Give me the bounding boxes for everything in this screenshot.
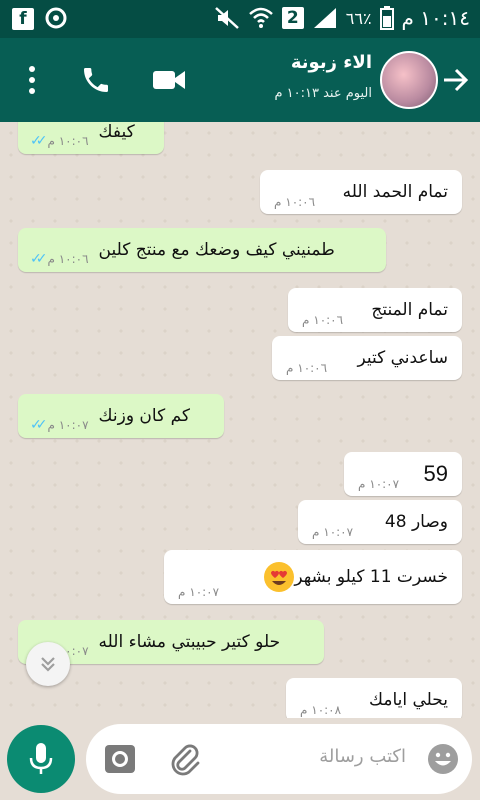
heart-eyes-emoji-icon xyxy=(264,562,295,592)
read-ticks-icon: ✓✓ xyxy=(30,417,48,433)
messenger-icon xyxy=(45,7,67,29)
message-time: ١٠:٠٦ م xyxy=(47,252,89,266)
clock: ١٠:١٤ م xyxy=(401,6,470,30)
message-incoming[interactable]: ١٠:٠٧ م 59 xyxy=(344,452,462,496)
message-outgoing[interactable]: ✓✓ ١٠:٠٧ م كم كان وزنك xyxy=(18,394,224,438)
message-time: ١٠:٠٨ م xyxy=(300,703,342,717)
chat-header: الاء زبونة اليوم عند ١٠:١٣ م xyxy=(0,38,480,122)
avatar[interactable] xyxy=(380,51,438,109)
composer-bar: اكتب رسالة xyxy=(0,718,480,800)
message-incoming[interactable]: ١٠:٠٨ م يحلي ايامك xyxy=(286,678,462,718)
message-incoming[interactable]: ١٠:٠٧ م وصار 48 xyxy=(298,500,462,544)
camera-icon[interactable] xyxy=(104,744,136,774)
sim-badge: 2 xyxy=(281,7,304,29)
message-text: حلو كتير حبيبتي مشاء الله xyxy=(98,632,281,652)
message-time: ١٠:٠٧ م xyxy=(178,585,220,599)
status-bar: f 2 ٦٦٪ ١٠:١٤ م xyxy=(0,0,480,38)
message-text: وصار 48 xyxy=(384,512,448,532)
message-incoming[interactable]: ١٠:٠٧ م خسرت 11 كيلو بشهر xyxy=(164,550,462,604)
scroll-to-bottom-button[interactable] xyxy=(26,642,70,686)
message-text: كم كان وزنك xyxy=(98,406,190,426)
mic-icon xyxy=(29,743,53,774)
message-text: خسرت 11 كيلو بشهر xyxy=(294,567,448,587)
message-text: كيفك xyxy=(98,122,135,142)
chevron-double-down-icon xyxy=(41,657,55,672)
message-incoming[interactable]: ١٠:٠٦ م تمام الحمد الله xyxy=(260,170,462,214)
video-icon[interactable] xyxy=(152,66,186,94)
read-ticks-icon: ✓✓ xyxy=(30,133,48,149)
message-text: طمنيني كيف وضعك مع منتج كلين xyxy=(98,240,335,260)
message-time: ١٠:٠٦ م xyxy=(47,134,89,148)
last-seen: اليوم عند ١٠:١٣ م xyxy=(274,86,372,101)
mute-icon xyxy=(214,7,239,29)
message-text: تمام الحمد الله xyxy=(342,182,448,202)
emoji-icon[interactable] xyxy=(426,742,460,776)
message-time: ١٠:٠٧ م xyxy=(47,418,89,432)
phone-icon[interactable] xyxy=(80,64,112,96)
message-incoming[interactable]: ١٠:٠٦ م تمام المنتج xyxy=(288,288,462,332)
contact-name[interactable]: الاء زبونة xyxy=(291,52,372,73)
message-time: ١٠:٠٦ م xyxy=(286,361,328,375)
message-time: ١٠:٠٦ م xyxy=(274,195,316,209)
message-outgoing[interactable]: ✓✓ ١٠:٠٦ م كيفك xyxy=(18,122,164,154)
battery-percent: ٦٦٪ xyxy=(345,8,372,28)
facebook-icon: f xyxy=(12,8,34,30)
message-time: ١٠:٠٧ م xyxy=(312,525,354,539)
message-incoming[interactable]: ١٠:٠٦ م ساعدني كتير xyxy=(272,336,462,380)
message-time: ١٠:٠٦ م xyxy=(302,313,344,327)
battery-icon xyxy=(379,6,394,30)
message-text: تمام المنتج xyxy=(371,300,448,320)
message-time: ١٠:٠٧ م xyxy=(358,477,400,491)
menu-dots-icon[interactable] xyxy=(22,64,42,96)
back-arrow-icon[interactable] xyxy=(442,66,470,94)
message-placeholder: اكتب رسالة xyxy=(319,746,406,767)
attach-icon[interactable] xyxy=(168,742,202,776)
message-text: 59 xyxy=(423,461,448,486)
wifi-icon xyxy=(248,7,273,28)
message-outgoing[interactable]: ✓✓ ١٠:٠٦ م طمنيني كيف وضعك مع منتج كلين xyxy=(18,228,386,272)
chat-area[interactable]: ✓✓ ١٠:٠٦ م كيفك ١٠:٠٦ م تمام الحمد الله ✓… xyxy=(0,122,480,718)
message-text: يحلي ايامك xyxy=(369,690,448,710)
mic-button[interactable] xyxy=(7,725,75,793)
message-text: ساعدني كتير xyxy=(357,348,448,368)
read-ticks-icon: ✓✓ xyxy=(30,251,48,267)
message-input[interactable]: اكتب رسالة xyxy=(86,724,472,794)
signal-icon xyxy=(313,8,336,28)
